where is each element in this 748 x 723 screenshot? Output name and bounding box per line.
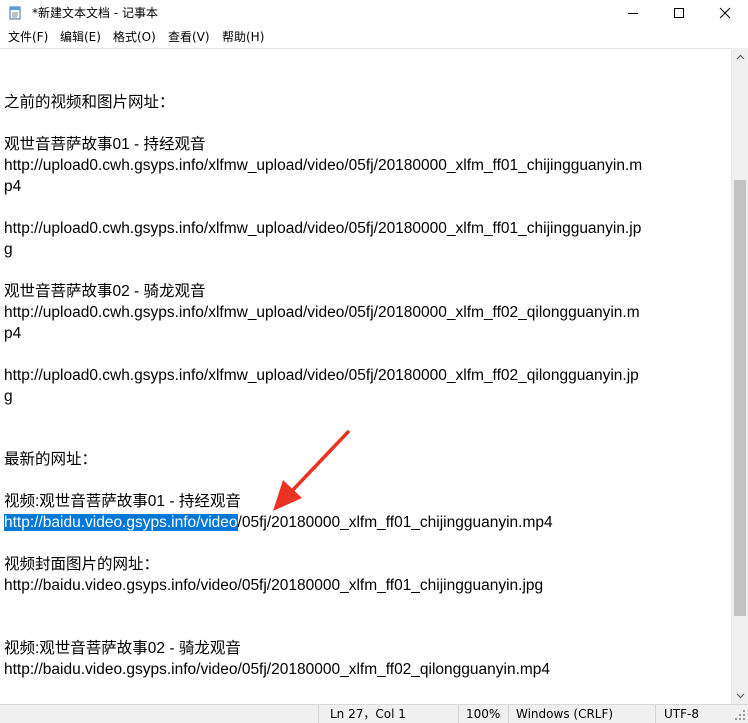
annotation-arrow-icon: [273, 430, 350, 511]
chevron-down-icon: [736, 693, 745, 698]
maximize-button[interactable]: [656, 0, 702, 26]
status-bar: Ln 27，Col 1 100% Windows (CRLF) UTF-8: [0, 704, 748, 723]
status-divider: [508, 705, 509, 723]
resize-grip-icon[interactable]: [734, 709, 746, 721]
minimize-icon: [628, 13, 638, 14]
menu-format[interactable]: 格式(O): [113, 29, 156, 45]
close-icon: [719, 7, 731, 19]
menu-help[interactable]: 帮助(H): [222, 29, 264, 45]
line-ending: Windows (CRLF): [516, 707, 614, 721]
status-divider: [318, 705, 319, 723]
cursor-position: Ln 27，Col 1: [330, 707, 406, 721]
notepad-icon: [9, 6, 21, 20]
close-button[interactable]: [702, 0, 748, 26]
chevron-up-icon: [736, 54, 745, 59]
text-editor[interactable]: 之前的视频和图片网址： 观世音菩萨故事01 - 持经观音 http://uplo…: [0, 48, 731, 705]
vertical-scrollbar[interactable]: [731, 48, 748, 704]
menu-edit[interactable]: 编辑(E): [60, 29, 101, 45]
minimize-button[interactable]: [610, 0, 656, 26]
zoom-level: 100%: [466, 707, 501, 721]
title-bar: *新建文本文档 - 记事本: [0, 0, 748, 26]
status-divider: [655, 705, 656, 723]
scroll-up-button[interactable]: [732, 48, 748, 65]
scroll-down-button[interactable]: [732, 687, 748, 704]
menu-bar: 文件(F) 编辑(E) 格式(O) 查看(V) 帮助(H): [0, 26, 748, 48]
encoding: UTF-8: [664, 707, 699, 721]
maximize-icon: [674, 8, 684, 18]
window-title: *新建文本文档 - 记事本: [32, 6, 158, 20]
status-divider: [458, 705, 459, 723]
menu-view[interactable]: 查看(V): [168, 29, 210, 45]
scrollbar-thumb[interactable]: [734, 180, 746, 616]
menu-file[interactable]: 文件(F): [8, 29, 48, 45]
